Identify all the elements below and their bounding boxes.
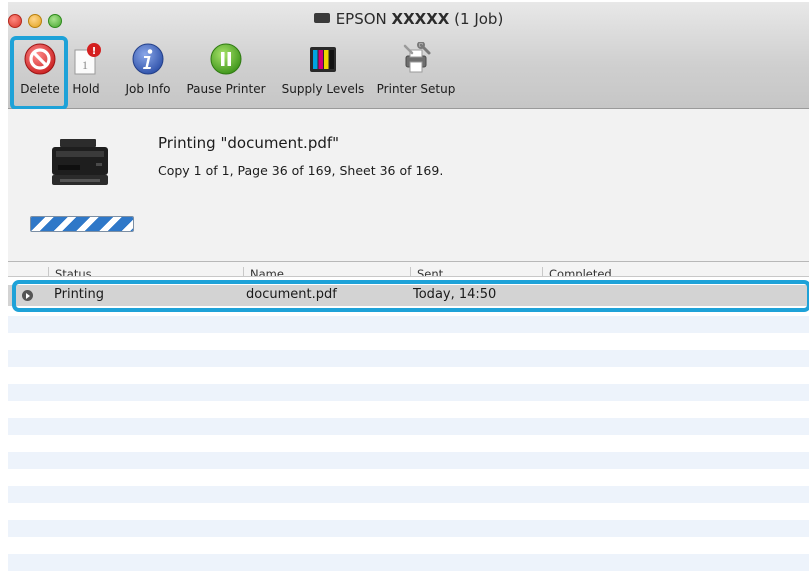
supply-levels-button[interactable]: Supply Levels	[277, 42, 369, 96]
job-title: Printing "document.pdf"	[158, 134, 340, 152]
hold-button[interactable]: 1 ! Hold	[69, 42, 103, 96]
job-progress-bar	[30, 216, 134, 232]
job-row-callout-highlight	[12, 280, 809, 312]
pause-icon	[209, 42, 243, 76]
hold-label: Hold	[72, 82, 100, 96]
column-header-sent[interactable]: Sent	[410, 267, 443, 276]
title-model: XXXXX	[391, 10, 450, 28]
job-list: Printing document.pdf Today, 14:50	[8, 277, 809, 577]
hold-badge: !	[92, 46, 97, 57]
ink-levels-icon	[306, 42, 340, 76]
title-job-count: (1 Job)	[454, 10, 504, 28]
printer-icon	[313, 12, 330, 23]
printer-setup-button[interactable]: Printer Setup	[373, 41, 459, 96]
list-stripe	[8, 486, 809, 503]
job-progress-fill	[31, 217, 133, 231]
list-stripe	[8, 452, 809, 469]
printer-setup-icon	[399, 41, 433, 76]
title-brand: EPSON	[335, 10, 387, 28]
column-header-status[interactable]: Status	[48, 267, 92, 276]
column-header-completed[interactable]: Completed	[542, 267, 612, 276]
hold-icon: 1 !	[69, 42, 103, 76]
printer-setup-label: Printer Setup	[376, 82, 456, 96]
print-queue-window: EPSON XXXXX (1 Job) Delete 1 ! Hold Job …	[8, 2, 809, 578]
job-list-header: Status Name Sent Completed	[8, 262, 809, 277]
list-stripe	[8, 520, 809, 537]
list-stripe	[8, 418, 809, 435]
window-title: EPSON XXXXX (1 Job)	[8, 10, 809, 28]
list-stripe	[8, 350, 809, 367]
list-stripe	[8, 384, 809, 401]
current-job-panel: Printing "document.pdf" Copy 1 of 1, Pag…	[8, 109, 809, 262]
column-header-name[interactable]: Name	[243, 267, 284, 276]
job-info-button[interactable]: Job Info	[115, 42, 181, 96]
supply-levels-label: Supply Levels	[281, 82, 365, 96]
title-bar-toolbar: EPSON XXXXX (1 Job) Delete 1 ! Hold Job …	[8, 2, 809, 109]
pause-printer-label: Pause Printer	[186, 82, 266, 96]
job-info-label: Job Info	[125, 82, 171, 96]
list-stripe	[8, 316, 809, 333]
pause-printer-button[interactable]: Pause Printer	[180, 42, 272, 96]
info-icon	[131, 42, 165, 76]
job-progress-detail: Copy 1 of 1, Page 36 of 169, Sheet 36 of…	[158, 163, 444, 178]
delete-callout-highlight	[10, 36, 68, 110]
hold-page-number: 1	[82, 58, 88, 72]
printer-image-icon	[46, 135, 116, 195]
list-stripe	[8, 554, 809, 571]
